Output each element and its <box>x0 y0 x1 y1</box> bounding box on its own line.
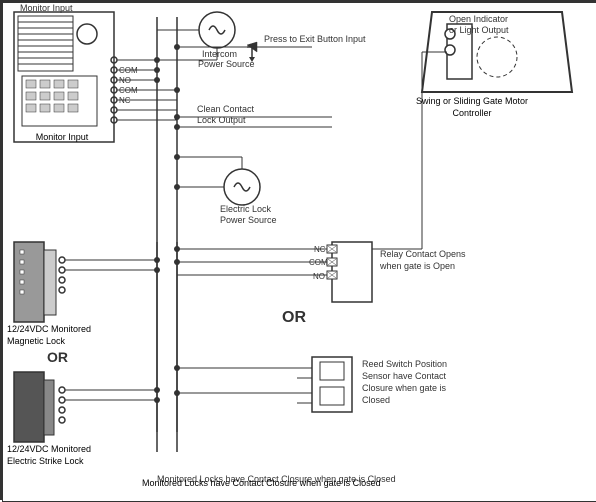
svg-text:Closure when gate is: Closure when gate is <box>362 383 447 393</box>
svg-text:Clean Contact: Clean Contact <box>197 104 255 114</box>
svg-text:when gate is Open: when gate is Open <box>379 261 455 271</box>
svg-text:OR: OR <box>47 349 68 365</box>
svg-text:Relay Contact Opens: Relay Contact Opens <box>380 249 466 259</box>
bottom-note: Monitored Locks have Contact Closure whe… <box>142 478 381 490</box>
electric-strike-label: 12/24VDC Monitored Electric Strike Lock <box>7 444 122 467</box>
magnetic-lock-label: 12/24VDC Monitored Magnetic Lock <box>7 324 117 347</box>
wiring-diagram: Monitor Input COM NO COM NC Intercom Pow… <box>0 0 596 500</box>
swing-gate-label: Swing or Sliding Gate Motor Controller <box>402 96 542 119</box>
svg-text:or Light Output: or Light Output <box>449 25 509 35</box>
svg-text:Electric Lock: Electric Lock <box>220 204 272 214</box>
svg-text:NO: NO <box>313 272 325 281</box>
svg-text:Press to Exit Button Input: Press to Exit Button Input <box>264 34 366 44</box>
svg-text:Sensor have Contact: Sensor have Contact <box>362 371 447 381</box>
svg-text:Open Indicator: Open Indicator <box>449 14 508 24</box>
svg-text:Intercom: Intercom <box>202 49 237 59</box>
svg-text:Reed Switch Position: Reed Switch Position <box>362 359 447 369</box>
svg-text:OR: OR <box>282 309 306 326</box>
svg-text:Monitor Input: Monitor Input <box>20 3 73 13</box>
svg-text:Closed: Closed <box>362 395 390 405</box>
svg-text:Power Source: Power Source <box>220 215 277 225</box>
monitor-input-label: Monitor Input <box>7 132 117 144</box>
